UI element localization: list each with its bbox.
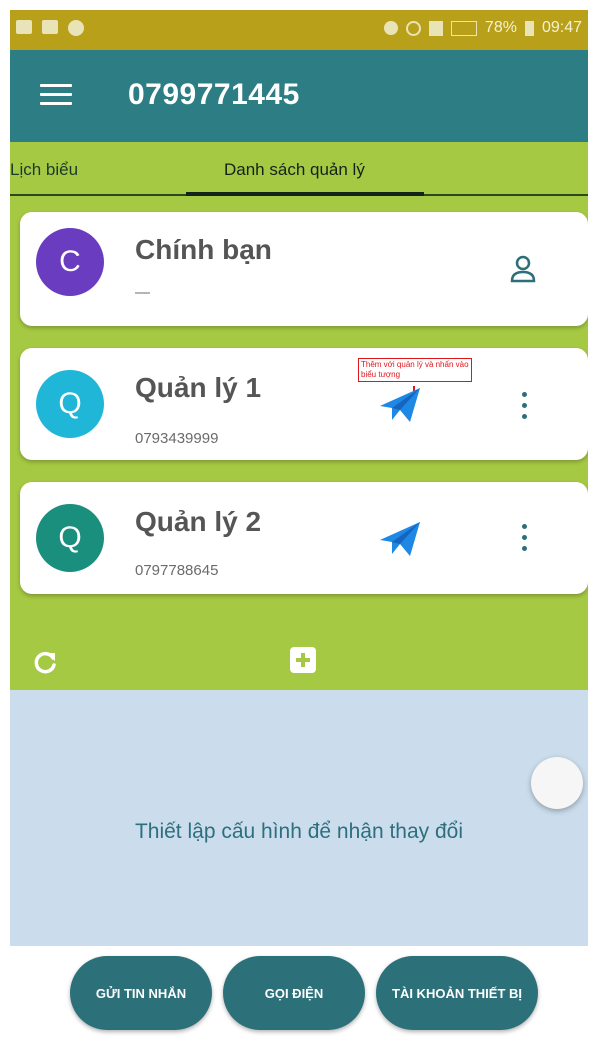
tab-manager-list[interactable]: Danh sách quản lý	[224, 160, 365, 180]
avatar: Q	[36, 370, 104, 438]
contact-card-manager-2[interactable]: Q Quản lý 2 0797788645	[20, 482, 588, 594]
more-vert-icon[interactable]	[520, 524, 528, 554]
tab-bar: Lịch biểu Danh sách quản lý	[10, 142, 588, 196]
floating-action-button[interactable]	[531, 757, 583, 809]
wifi-icon	[405, 20, 421, 36]
config-message: Thiết lập cấu hình để nhận thay đổi	[134, 820, 464, 843]
call-button[interactable]: GỌI ĐIỆN	[223, 956, 365, 1030]
more-vert-icon[interactable]	[520, 392, 528, 422]
contact-name: Quản lý 2	[135, 506, 262, 537]
contact-name: Quản lý 1	[135, 372, 262, 403]
signal-icon	[450, 20, 477, 36]
add-icon[interactable]	[290, 647, 316, 673]
send-message-button[interactable]: GỬI TIN NHẮN	[70, 956, 212, 1030]
app-frame: 78% 09:47 0799771445 Lịch biểu Danh sách…	[10, 10, 588, 1036]
send-icon[interactable]	[378, 384, 422, 424]
active-tab-indicator	[186, 192, 424, 196]
menu-icon[interactable]	[40, 84, 72, 106]
app-notification-icon	[68, 20, 84, 36]
page-title: 0799771445	[128, 78, 300, 111]
clock: 09:47	[541, 19, 582, 36]
annotation-callout: Thêm với quản lý và nhấn vào biểu tượng	[358, 358, 472, 382]
contact-card-manager-1[interactable]: Q Quản lý 1 0793439999 Thêm với quản lý …	[20, 348, 588, 460]
bottom-action-bar: GỬI TIN NHẮN GỌI ĐIỆN TÀI KHOẢN THIẾT BỊ	[10, 946, 588, 1036]
contact-card-self[interactable]: C Chính bạn —	[20, 212, 588, 326]
send-icon[interactable]	[378, 518, 422, 558]
battery-percent: 78%	[484, 19, 517, 36]
sim-icon	[428, 20, 443, 36]
config-panel: Thiết lập cấu hình để nhận thay đổi	[10, 690, 588, 946]
status-bar: 78% 09:47	[10, 10, 588, 50]
system-icons: 78% 09:47	[383, 19, 582, 37]
alarm-icon	[383, 21, 398, 35]
notification-icons	[16, 20, 84, 36]
tab-schedule[interactable]: Lịch biểu	[10, 160, 78, 180]
image-notification-icon	[42, 20, 58, 34]
contact-phone: 0797788645	[135, 562, 219, 579]
avatar: Q	[36, 504, 104, 572]
contact-subtitle: —	[135, 284, 150, 301]
device-account-button[interactable]: TÀI KHOẢN THIẾT BỊ	[376, 956, 538, 1030]
refresh-icon[interactable]	[32, 650, 58, 676]
contact-phone: 0793439999	[135, 430, 219, 447]
app-bar: 0799771445	[10, 50, 588, 142]
battery-icon	[524, 20, 534, 36]
avatar: C	[36, 228, 104, 296]
person-icon[interactable]	[510, 254, 536, 284]
message-notification-icon	[16, 20, 32, 34]
manager-list-panel: Lịch biểu Danh sách quản lý C Chính bạn …	[10, 142, 588, 690]
contact-name: Chính bạn	[135, 234, 272, 265]
